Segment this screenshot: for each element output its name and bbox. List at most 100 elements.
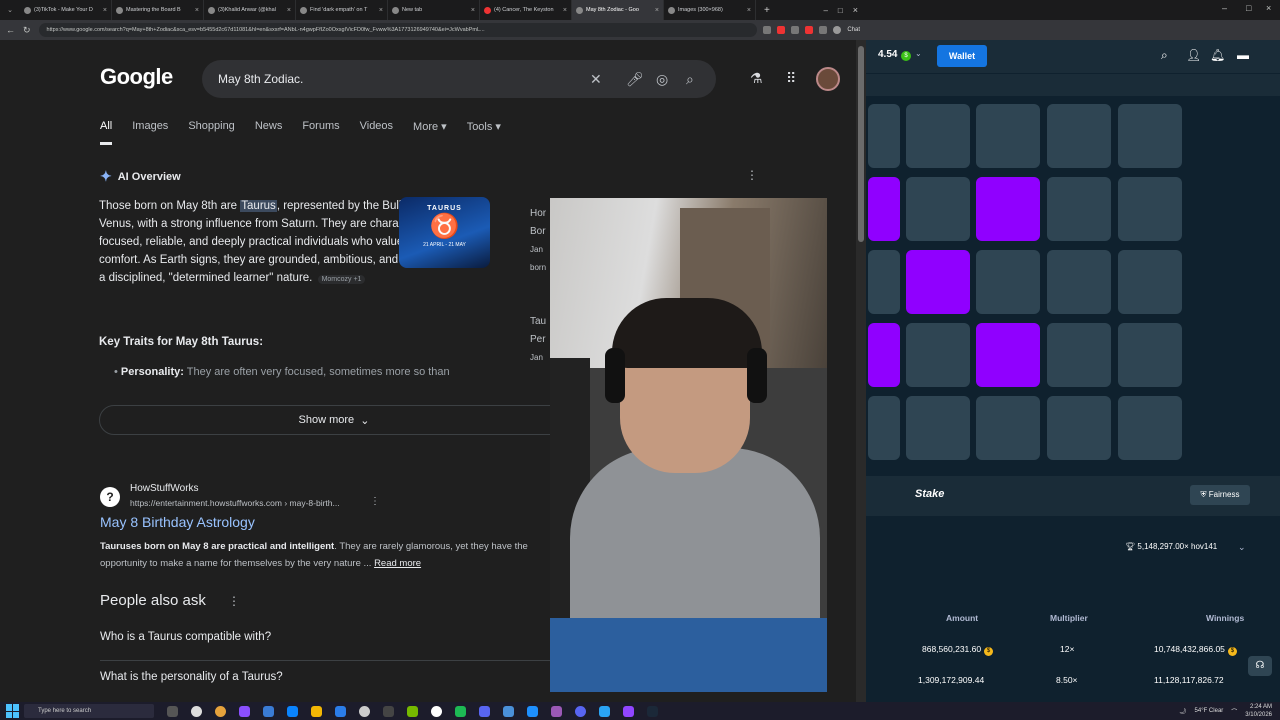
close-icon[interactable]: ×: [287, 7, 291, 14]
windows-start-icon[interactable]: [6, 704, 20, 718]
tab-more[interactable]: More ▾: [413, 120, 447, 145]
taurus-image[interactable]: TAURUS ♉ 21 APRIL - 21 MAY: [399, 197, 490, 268]
search-icon[interactable]: ⌕: [686, 71, 694, 88]
user-icon[interactable]: 👤︎: [1186, 48, 1201, 62]
close-icon[interactable]: ×: [195, 7, 199, 14]
hidden-tile[interactable]: [1118, 104, 1182, 168]
app-icon[interactable]: [503, 705, 514, 717]
gem-tile[interactable]: [976, 177, 1040, 241]
balance-amount[interactable]: 4.54: [878, 49, 897, 60]
weather-text[interactable]: 54°F Clear: [1195, 708, 1224, 714]
headset-support-icon[interactable]: ☊: [1248, 656, 1272, 676]
app-icon[interactable]: [431, 705, 442, 717]
result-title-link[interactable]: May 8 Birthday Astrology: [100, 514, 255, 530]
hidden-tile[interactable]: [976, 250, 1040, 314]
paa-question[interactable]: Who is a Taurus compatible with?: [100, 631, 271, 643]
app-icon[interactable]: [599, 705, 610, 717]
hidden-tile[interactable]: [1118, 177, 1182, 241]
search-box[interactable]: May 8th Zodiac. ✕ 🎤︎ ◎ ⌕: [202, 60, 716, 98]
search-input[interactable]: May 8th Zodiac.: [218, 72, 303, 86]
extension-icon[interactable]: [819, 26, 828, 34]
apps-grid-icon[interactable]: ⠿: [786, 70, 796, 87]
steam-icon[interactable]: [647, 705, 658, 717]
close-icon[interactable]: ×: [563, 7, 567, 14]
close-icon[interactable]: ×: [655, 7, 659, 14]
app-icon[interactable]: [239, 705, 250, 717]
app-icon[interactable]: [263, 705, 274, 717]
gem-tile[interactable]: [868, 323, 900, 387]
maximize-button[interactable]: □: [838, 6, 843, 15]
show-more-button[interactable]: Show more ⌄: [99, 405, 569, 435]
stake-logo[interactable]: Stake: [915, 488, 944, 500]
hidden-tile[interactable]: [868, 104, 900, 168]
tab-7[interactable]: Images (300×968) ×: [664, 0, 756, 20]
app-icon[interactable]: [479, 705, 490, 717]
tab-1[interactable]: Mastering the Board B ×: [112, 0, 204, 20]
app-icon[interactable]: [455, 705, 466, 717]
more-vert-icon[interactable]: ⋮: [746, 168, 758, 182]
hidden-tile[interactable]: [906, 177, 970, 241]
hidden-tile[interactable]: [1118, 250, 1182, 314]
hidden-tile[interactable]: [1047, 323, 1111, 387]
twitch-icon[interactable]: [623, 705, 634, 717]
app-icon[interactable]: [551, 705, 562, 717]
taskbar-search-input[interactable]: Type here to search: [24, 704, 154, 718]
hidden-tile[interactable]: [906, 104, 970, 168]
app-icon[interactable]: [407, 705, 418, 717]
tab-shopping[interactable]: Shopping: [188, 120, 235, 145]
close-icon[interactable]: ×: [747, 7, 751, 14]
result-url[interactable]: https://entertainment.howstuffworks.com …: [130, 498, 340, 508]
minimize-button[interactable]: –: [1222, 3, 1227, 13]
tab-0[interactable]: (3)TikTok - Make Your D ×: [20, 0, 112, 20]
extension-icon[interactable]: [791, 26, 800, 34]
new-tab-button[interactable]: +: [764, 5, 770, 16]
close-icon[interactable]: ×: [471, 7, 475, 14]
back-icon[interactable]: ←: [6, 25, 15, 35]
close-window-button[interactable]: ×: [1266, 3, 1271, 13]
wifi-icon[interactable]: ⌒: [1231, 707, 1237, 716]
bell-icon[interactable]: 🔔︎: [1210, 48, 1225, 62]
wallet-button[interactable]: Wallet: [937, 45, 987, 67]
hidden-tile[interactable]: [868, 396, 900, 460]
gem-tile[interactable]: [906, 250, 970, 314]
hidden-tile[interactable]: [1118, 323, 1182, 387]
more-vert-icon[interactable]: ⋮: [228, 594, 240, 608]
maximize-button[interactable]: □: [1246, 3, 1251, 13]
chrome-icon[interactable]: [215, 705, 226, 717]
app-icon[interactable]: [359, 705, 370, 717]
extension-icon[interactable]: [763, 26, 772, 34]
scrollbar-thumb[interactable]: [858, 46, 864, 242]
close-icon[interactable]: ×: [103, 7, 107, 14]
paa-question[interactable]: What is the personality of a Taurus?: [100, 671, 283, 683]
labs-icon[interactable]: ⚗: [750, 70, 763, 87]
app-icon[interactable]: [191, 705, 202, 717]
source-chip[interactable]: Momcozy +1: [317, 275, 366, 284]
hidden-tile[interactable]: [906, 396, 970, 460]
app-icon[interactable]: [335, 705, 346, 717]
hidden-tile[interactable]: [976, 104, 1040, 168]
tab-6[interactable]: May 8th Zodiac - Goo ×: [572, 0, 664, 20]
tab-2[interactable]: (3)Khalid Anwar (@khal ×: [204, 0, 296, 20]
hidden-tile[interactable]: [1118, 396, 1182, 460]
result-site-name[interactable]: HowStuffWorks: [130, 483, 199, 494]
read-more-link[interactable]: Read more: [374, 558, 421, 569]
mic-icon[interactable]: 🎤︎: [626, 71, 644, 88]
fairness-button[interactable]: ⛨ Fairness: [1190, 485, 1250, 505]
hidden-tile[interactable]: [1047, 250, 1111, 314]
chat-button[interactable]: Chat: [847, 27, 860, 33]
chevron-down-icon[interactable]: ⌄: [1238, 542, 1246, 553]
url-field[interactable]: https://www.google.com/search?q=May+8th+…: [38, 23, 758, 37]
hidden-tile[interactable]: [1047, 104, 1111, 168]
clock[interactable]: 2:24 AM 3/10/2026: [1245, 703, 1272, 719]
search-icon[interactable]: ⌕: [1161, 48, 1168, 63]
edge-icon[interactable]: [287, 705, 298, 717]
tab-forums[interactable]: Forums: [302, 120, 339, 145]
chevron-down-icon[interactable]: ⌄: [915, 49, 922, 58]
chat-icon[interactable]: ▬: [1237, 48, 1249, 62]
app-icon[interactable]: [383, 705, 394, 717]
avatar[interactable]: [816, 67, 840, 91]
tab-all[interactable]: All: [100, 120, 113, 145]
profile-icon[interactable]: [833, 26, 842, 34]
tab-4[interactable]: New tab ×: [388, 0, 480, 20]
hidden-tile[interactable]: [906, 323, 970, 387]
